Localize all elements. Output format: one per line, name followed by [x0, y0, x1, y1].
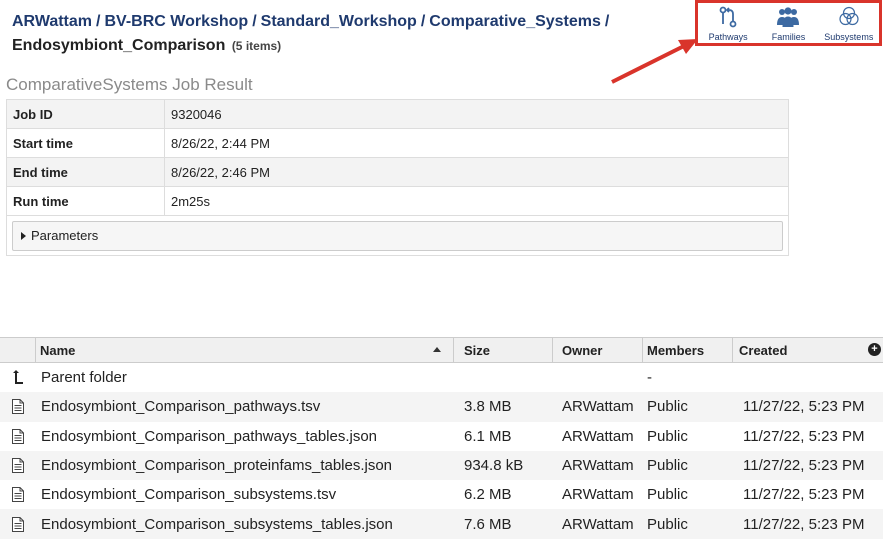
header-owner[interactable]: Owner	[553, 338, 643, 362]
file-size: 6.1 MB	[464, 427, 512, 445]
grid-header: Name Size Owner Members Created +	[0, 337, 883, 363]
file-created: 11/27/22, 5:23 PM	[743, 457, 865, 475]
pathways-label: Pathways	[708, 32, 748, 42]
families-button[interactable]: Families	[758, 3, 818, 43]
grid-rows: Parent folder - Endosymbiont_Comparison_…	[0, 363, 883, 539]
file-members: Public	[647, 457, 688, 475]
breadcrumb-current: Endosymbiont_Comparison	[12, 37, 226, 54]
subsystems-label: Subsystems	[824, 32, 874, 42]
subsystems-button[interactable]: Subsystems	[819, 3, 879, 43]
expand-triangle-icon	[21, 231, 26, 240]
parent-folder-row[interactable]: Parent folder -	[0, 363, 883, 392]
job-value: 8/26/22, 2:46 PM	[164, 157, 789, 187]
families-label: Families	[771, 32, 806, 42]
file-owner: ARWattam	[562, 486, 634, 504]
breadcrumb-separator: /	[96, 13, 101, 30]
file-members: Public	[647, 515, 688, 533]
file-size: 7.6 MB	[464, 515, 512, 533]
add-column-icon[interactable]: +	[868, 343, 881, 356]
subsystems-icon	[839, 6, 859, 26]
job-details-table: Job ID 9320046 Start time 8/26/22, 2:44 …	[6, 99, 789, 256]
sort-ascending-icon	[433, 347, 441, 352]
document-icon	[0, 458, 36, 474]
document-icon	[0, 399, 36, 415]
header-icon-column	[0, 338, 36, 362]
table-row[interactable]: Endosymbiont_Comparison_subsystems_table…	[0, 509, 883, 539]
parameters-row: Parameters	[6, 215, 789, 256]
header-name[interactable]: Name	[36, 338, 454, 362]
table-row[interactable]: Endosymbiont_Comparison_proteinfams_tabl…	[0, 450, 883, 481]
file-created: 11/27/22, 5:23 PM	[743, 486, 865, 504]
job-key: End time	[6, 157, 165, 187]
header-members[interactable]: Members	[643, 338, 733, 362]
breadcrumb-separator: /	[604, 13, 610, 30]
file-created: 11/27/22, 5:23 PM	[743, 427, 865, 445]
header-created-label: Created	[739, 342, 788, 358]
file-name: Endosymbiont_Comparison_subsystems.tsv	[41, 486, 337, 504]
job-row: End time 8/26/22, 2:46 PM	[6, 157, 789, 187]
file-name: Endosymbiont_Comparison_pathways.tsv	[41, 398, 321, 416]
file-owner: ARWattam	[562, 398, 634, 416]
job-value: 2m25s	[164, 186, 789, 216]
file-grid: Name Size Owner Members Created + Parent…	[0, 337, 883, 539]
header-size[interactable]: Size	[454, 338, 553, 362]
file-members: Public	[647, 398, 688, 416]
job-result-title: ComparativeSystems Job Result	[6, 75, 253, 94]
parameters-toggle[interactable]: Parameters	[12, 220, 783, 251]
breadcrumb-item[interactable]: ARWattam	[12, 13, 92, 30]
file-size: 3.8 MB	[464, 398, 512, 416]
file-members: Public	[647, 486, 688, 504]
job-key: Job ID	[6, 99, 165, 129]
document-icon	[0, 487, 36, 503]
breadcrumb: ARWattam / BV-BRC Workshop / Standard_Worksh…	[12, 10, 652, 58]
breadcrumb-separator: /	[252, 13, 257, 30]
families-icon	[777, 7, 800, 27]
header-name-label: Name	[40, 342, 76, 358]
breadcrumb-item[interactable]: Standard_Workshop	[261, 13, 417, 30]
file-size: 6.2 MB	[464, 486, 512, 504]
parameters-cell: Parameters	[6, 215, 789, 256]
breadcrumb-separator: /	[420, 13, 426, 30]
file-name: Endosymbiont_Comparison_pathways_tables.…	[41, 427, 378, 445]
table-row[interactable]: Endosymbiont_Comparison_pathways_tables.…	[0, 422, 883, 451]
file-owner: ARWattam	[562, 427, 634, 445]
document-icon	[0, 428, 36, 444]
parent-folder-icon	[0, 370, 36, 385]
file-owner: ARWattam	[562, 515, 634, 533]
item-count: (5 items)	[231, 39, 282, 53]
job-value: 9320046	[164, 99, 789, 129]
document-icon	[0, 516, 36, 532]
job-row: Start time 8/26/22, 2:44 PM	[6, 128, 789, 158]
parameters-label: Parameters	[31, 228, 99, 243]
breadcrumb-item[interactable]: Comparative_Systems	[429, 13, 601, 30]
job-value: 8/26/22, 2:44 PM	[164, 128, 789, 158]
header-created[interactable]: Created +	[733, 338, 883, 362]
view-actions-highlight: Pathways Families Subsystems	[695, 0, 882, 46]
job-key: Run time	[6, 186, 165, 216]
breadcrumb-item[interactable]: BV-BRC Workshop	[104, 13, 248, 30]
job-row: Run time 2m25s	[6, 186, 789, 216]
file-name: Endosymbiont_Comparison_proteinfams_tabl…	[41, 457, 393, 475]
job-key: Start time	[6, 128, 165, 158]
table-row[interactable]: Endosymbiont_Comparison_pathways.tsv 3.8…	[0, 392, 883, 422]
file-members: Public	[647, 427, 688, 445]
file-name: Parent folder	[41, 369, 127, 387]
file-size: 934.8 kB	[464, 457, 524, 475]
file-owner: ARWattam	[562, 457, 634, 475]
file-name: Endosymbiont_Comparison_subsystems_table…	[41, 515, 393, 533]
table-row[interactable]: Endosymbiont_Comparison_subsystems.tsv 6…	[0, 480, 883, 509]
job-row: Job ID 9320046	[6, 99, 789, 129]
pathways-icon	[719, 6, 737, 28]
file-created: 11/27/22, 5:23 PM	[743, 398, 865, 416]
file-created: 11/27/22, 5:23 PM	[743, 515, 865, 533]
file-members: -	[647, 369, 652, 387]
annotation-arrow-icon	[611, 39, 698, 84]
